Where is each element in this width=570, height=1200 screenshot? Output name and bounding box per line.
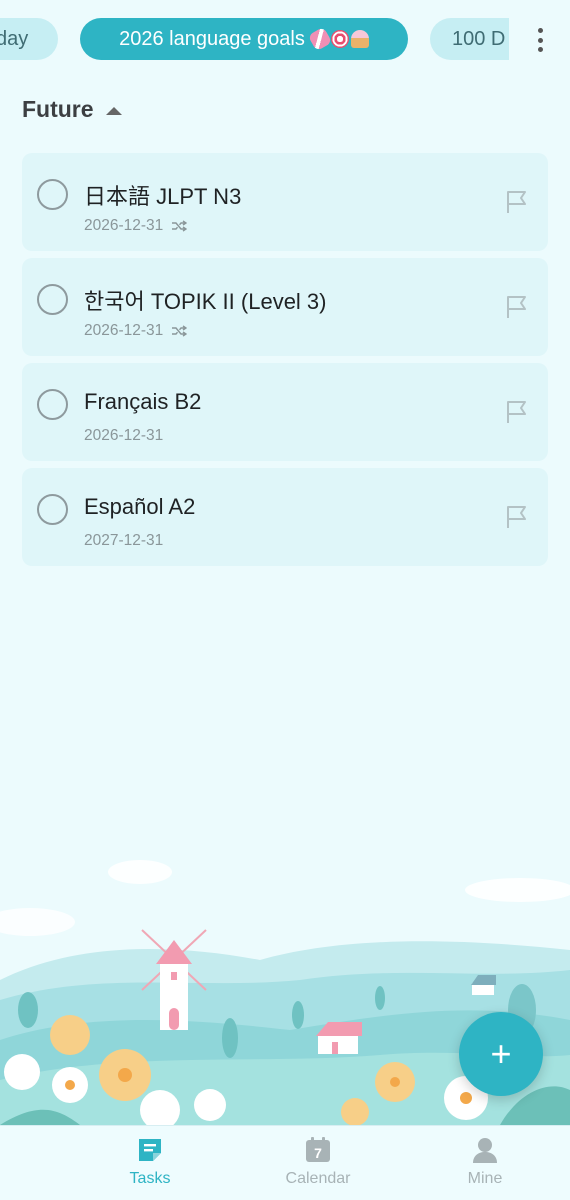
nav-mine[interactable]: Mine xyxy=(460,1136,510,1188)
task-title: 日本語 JLPT N3 xyxy=(84,184,242,209)
bottom-navigation: Tasks 7 Calendar Mine xyxy=(0,1125,570,1200)
project-tab-next[interactable]: 100 D xyxy=(430,18,509,60)
priority-flag-icon[interactable] xyxy=(504,294,530,320)
calendar-day: 7 xyxy=(314,1145,322,1161)
menu-icon[interactable] xyxy=(22,1152,52,1174)
repeat-icon xyxy=(171,325,188,337)
nav-tasks[interactable]: Tasks xyxy=(122,1136,178,1188)
complete-checkbox[interactable] xyxy=(37,179,68,210)
project-tabs: day 2026 language goals 100 D xyxy=(0,0,570,80)
calendar-icon: 7 xyxy=(306,1137,330,1162)
project-tab-label: 2026 language goals xyxy=(119,27,305,50)
nav-calendar[interactable]: 7 Calendar xyxy=(280,1136,356,1188)
due-date: 2026-12-31 xyxy=(84,427,164,444)
task-title: Español A2 xyxy=(84,494,196,519)
priority-flag-icon[interactable] xyxy=(504,399,530,425)
tasks-icon xyxy=(139,1139,161,1161)
section-title: Future xyxy=(22,96,94,122)
priority-flag-icon[interactable] xyxy=(504,504,530,530)
nav-tasks-label: Tasks xyxy=(129,1170,171,1187)
complete-checkbox[interactable] xyxy=(37,389,68,420)
plus-icon: + xyxy=(490,1033,512,1074)
task-title: 한국어 TOPIK II (Level 3) xyxy=(84,289,327,314)
task-card[interactable]: Français B2 2026-12-31 xyxy=(22,363,548,461)
project-tab-label: 100 D xyxy=(452,27,506,50)
task-title: Français B2 xyxy=(84,389,202,414)
nav-mine-label: Mine xyxy=(467,1170,503,1187)
project-tab-active[interactable]: 2026 language goals xyxy=(80,18,408,60)
add-task-button[interactable]: + xyxy=(459,1012,543,1096)
collapse-caret-icon xyxy=(105,106,122,115)
candy-icon xyxy=(307,26,333,52)
section-header[interactable]: Future xyxy=(22,96,122,123)
complete-checkbox[interactable] xyxy=(37,494,68,525)
task-meta: 2027-12-31 xyxy=(84,532,163,550)
more-options-icon[interactable] xyxy=(532,26,548,54)
cupcake-icon xyxy=(350,30,369,48)
lollipop-icon xyxy=(330,30,349,48)
priority-flag-icon[interactable] xyxy=(504,189,530,215)
task-list: 日本語 JLPT N3 2026-12-31 한국어 TOPIK II (Lev… xyxy=(22,153,548,573)
profile-icon xyxy=(473,1138,497,1163)
task-meta: 2026-12-31 xyxy=(84,217,188,235)
due-date: 2026-12-31 xyxy=(84,217,164,234)
emoji-decoration xyxy=(307,26,369,52)
due-date: 2027-12-31 xyxy=(84,532,164,549)
task-card[interactable]: 한국어 TOPIK II (Level 3) 2026-12-31 xyxy=(22,258,548,356)
task-card[interactable]: Español A2 2027-12-31 xyxy=(22,468,548,566)
task-meta: 2026-12-31 xyxy=(84,322,188,340)
nav-calendar-label: Calendar xyxy=(285,1170,351,1187)
complete-checkbox[interactable] xyxy=(37,284,68,315)
due-date: 2026-12-31 xyxy=(84,322,164,339)
task-card[interactable]: 日本語 JLPT N3 2026-12-31 xyxy=(22,153,548,251)
repeat-icon xyxy=(171,220,188,232)
task-meta: 2026-12-31 xyxy=(84,427,163,445)
project-tab-label: day xyxy=(0,27,29,50)
project-tab-previous[interactable]: day xyxy=(0,18,58,60)
